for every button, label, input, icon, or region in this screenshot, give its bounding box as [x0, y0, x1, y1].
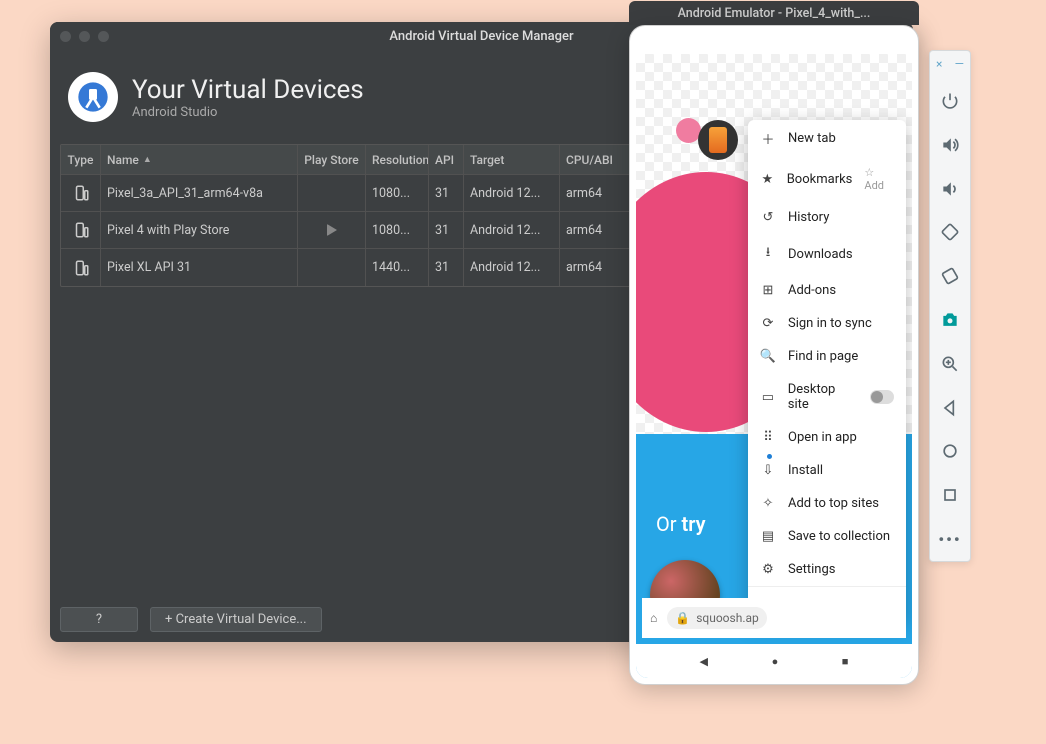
desktop-site-toggle[interactable] [870, 390, 894, 404]
emulator-titlebar[interactable]: Android Emulator - Pixel_4_with_... [629, 1, 919, 25]
emu-volume-up-button[interactable] [930, 123, 970, 167]
emu-home-button[interactable] [930, 430, 970, 474]
emulator-screen: Or try 11:03 ⚙ M ⊙ ▾ ◢ ▮ ＋New tab ★Bookm… [636, 32, 912, 678]
puzzle-icon: ⊞ [760, 283, 776, 298]
emu-more-button[interactable]: ••• [930, 517, 970, 561]
play-store-icon [298, 212, 366, 248]
emu-minimize-button[interactable]: — [955, 57, 964, 71]
help-button[interactable]: ? [60, 607, 138, 632]
page-title: Your Virtual Devices [132, 75, 364, 105]
emu-screenshot-button[interactable] [930, 298, 970, 342]
col-name[interactable]: Name▲ [101, 145, 298, 174]
emu-rotate-right-button[interactable] [930, 254, 970, 298]
star-outline-icon[interactable]: ☆ Add [864, 166, 894, 192]
menu-addons[interactable]: ⊞Add-ons [748, 274, 906, 307]
menu-add-top-sites[interactable]: ✧Add to top sites [748, 487, 906, 520]
star-filled-icon: ★ [760, 172, 775, 187]
firefox-address-bar: ⌂ 🔒squoosh.ap [642, 598, 906, 638]
apps-grid-icon: ⠿ [760, 430, 776, 445]
minimize-dot[interactable] [79, 31, 90, 42]
app-avatar-icon[interactable] [698, 120, 738, 160]
collection-icon: ▤ [760, 529, 776, 544]
download-icon: ⭳ [760, 243, 776, 265]
menu-downloads[interactable]: ⭳Downloads [748, 234, 906, 274]
android-home-button[interactable]: ● [772, 655, 779, 668]
col-target[interactable]: Target [464, 145, 560, 174]
menu-find[interactable]: 🔍Find in page [748, 340, 906, 373]
home-icon[interactable]: ⌂ [650, 611, 657, 625]
emulator-frame: Or try 11:03 ⚙ M ⊙ ▾ ◢ ▮ ＋New tab ★Bookm… [629, 25, 919, 685]
emu-zoom-button[interactable] [930, 342, 970, 386]
android-back-button[interactable]: ◀ [700, 655, 708, 668]
zoom-dot[interactable] [98, 31, 109, 42]
col-cpu[interactable]: CPU/ABI [560, 145, 612, 174]
emu-close-button[interactable]: × [936, 57, 942, 71]
lock-icon: 🔒 [675, 611, 690, 625]
sync-icon: ⟳ [760, 316, 776, 331]
open-in-app-badge [767, 454, 772, 459]
close-dot[interactable] [60, 31, 71, 42]
android-nav-bar: ◀ ● ■ [636, 644, 912, 678]
menu-desktop-site[interactable]: ▭Desktop site [748, 373, 906, 421]
gear-icon: ⚙ [760, 562, 776, 577]
phone-icon [72, 221, 90, 239]
firefox-menu: ＋New tab ★Bookmarks☆ Add ↺History ⭳Downl… [748, 120, 906, 623]
col-type[interactable]: Type [61, 145, 101, 174]
menu-settings[interactable]: ⚙Settings [748, 553, 906, 586]
menu-new-tab[interactable]: ＋New tab [748, 120, 906, 157]
emu-power-button[interactable] [930, 79, 970, 123]
menu-signin[interactable]: ⟳Sign in to sync [748, 307, 906, 340]
col-api[interactable]: API [429, 145, 464, 174]
history-icon: ↺ [760, 210, 776, 225]
mac-traffic-lights[interactable] [60, 31, 109, 42]
menu-install[interactable]: ⇩Install [748, 454, 906, 487]
emu-back-button[interactable] [930, 386, 970, 430]
phone-icon [72, 259, 90, 277]
col-resolution[interactable]: Resolution [366, 145, 429, 174]
android-studio-icon [68, 72, 118, 122]
pin-icon: ✧ [760, 496, 776, 511]
menu-bookmarks[interactable]: ★Bookmarks☆ Add [748, 157, 906, 201]
phone-icon [72, 184, 90, 202]
menu-history[interactable]: ↺History [748, 201, 906, 234]
emu-rotate-left-button[interactable] [930, 210, 970, 254]
emulator-title: Android Emulator - Pixel_4_with_... [678, 6, 871, 21]
emulator-toolbar: × — ••• [929, 50, 971, 562]
menu-open-in-app[interactable]: ⠿Open in app [748, 421, 906, 454]
emu-overview-button[interactable] [930, 473, 970, 517]
emu-volume-down-button[interactable] [930, 167, 970, 211]
col-playstore[interactable]: Play Store [298, 145, 366, 174]
monitor-icon: ▭ [760, 390, 776, 405]
create-device-button[interactable]: + Create Virtual Device... [150, 607, 322, 632]
android-recents-button[interactable]: ■ [842, 655, 849, 668]
hero-text: Or try [656, 512, 706, 536]
url-field[interactable]: 🔒squoosh.ap [667, 607, 767, 629]
plus-icon: ＋ [760, 129, 776, 148]
sort-asc-icon: ▲ [143, 154, 152, 165]
search-icon: 🔍 [760, 349, 776, 364]
install-icon: ⇩ [760, 463, 776, 478]
page-subtitle: Android Studio [132, 105, 364, 120]
menu-save-collection[interactable]: ▤Save to collection [748, 520, 906, 553]
